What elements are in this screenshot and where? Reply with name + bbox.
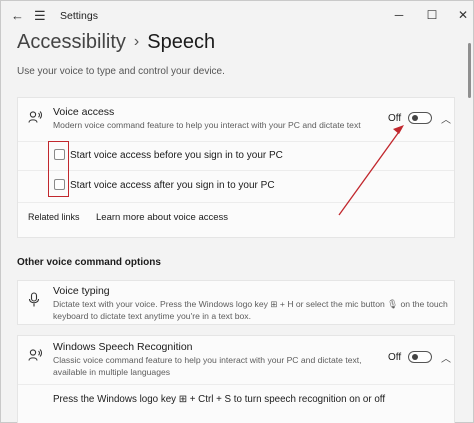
scrollbar[interactable]: [468, 43, 471, 98]
breadcrumb: Accessibility › Speech: [17, 29, 215, 57]
window-title: Settings: [60, 10, 98, 22]
back-arrow-icon[interactable]: ←: [11, 8, 24, 24]
chevron-up-icon[interactable]: ︿: [441, 111, 451, 126]
voice-access-description: Modern voice command feature to help you…: [53, 120, 361, 130]
related-links-label: Related links: [28, 212, 80, 222]
hamburger-menu-icon[interactable]: ☰: [34, 8, 46, 24]
voice-access-toggle[interactable]: [408, 112, 432, 124]
speech-recognition-description-1: Classic voice command feature to help yo…: [53, 355, 362, 365]
learn-more-voice-access-link[interactable]: Learn more about voice access: [96, 212, 228, 223]
title-bar: ← ☰ Settings ─ ☐ ✕: [1, 1, 474, 31]
voice-access-icon: [28, 110, 42, 127]
speech-recognition-description-2: available in multiple languages: [53, 367, 171, 377]
breadcrumb-accessibility[interactable]: Accessibility: [17, 31, 126, 53]
voice-typing-title: Voice typing: [53, 285, 110, 297]
checkbox-after-sign-in-label: Start voice access after you sign in to …: [70, 180, 275, 191]
maximize-icon[interactable]: ☐: [422, 6, 442, 24]
voice-access-title: Voice access: [53, 106, 115, 118]
page-title: Speech: [147, 31, 216, 53]
divider: [18, 202, 454, 203]
speech-recognition-header[interactable]: Windows Speech Recognition Classic voice…: [18, 336, 454, 381]
speech-recognition-toggle-label: Off: [388, 352, 402, 363]
speech-recognition-icon: [28, 348, 42, 365]
toggle-knob: [412, 115, 418, 121]
close-icon[interactable]: ✕: [453, 6, 473, 24]
chevron-up-icon[interactable]: ︿: [441, 350, 451, 365]
voice-access-toggle-label: Off: [388, 113, 402, 124]
speech-recognition-title: Windows Speech Recognition: [53, 341, 193, 353]
toggle-knob: [412, 354, 418, 360]
microphone-icon: [28, 292, 40, 311]
annotation-box: [48, 141, 69, 197]
voice-typing-description-1: Dictate text with your voice. Press the …: [53, 299, 448, 309]
checkbox-before-sign-in-label: Start voice access before you sign in to…: [70, 150, 283, 161]
speech-recognition-shortcut-text: Press the Windows logo key ⊞ + Ctrl + S …: [53, 394, 386, 405]
voice-access-header[interactable]: Voice access Modern voice command featur…: [18, 98, 454, 141]
page-subtitle: Use your voice to type and control your …: [17, 66, 225, 77]
speech-recognition-toggle[interactable]: [408, 351, 432, 363]
divider: [18, 384, 454, 385]
divider: [18, 170, 454, 171]
speech-recognition-card: Windows Speech Recognition Classic voice…: [17, 335, 455, 423]
chevron-right-icon: ›: [133, 33, 140, 50]
voice-access-card: Voice access Modern voice command featur…: [17, 97, 455, 238]
settings-window: ← ☰ Settings ─ ☐ ✕ Accessibility › Speech …: [0, 0, 474, 423]
divider: [18, 141, 454, 142]
voice-typing-description-2: keyboard to dictate text anytime you're …: [53, 311, 251, 321]
voice-typing-card[interactable]: Voice typing Dictate text with your voic…: [17, 280, 455, 325]
minimize-icon[interactable]: ─: [389, 6, 409, 24]
section-heading: Other voice command options: [17, 257, 161, 268]
